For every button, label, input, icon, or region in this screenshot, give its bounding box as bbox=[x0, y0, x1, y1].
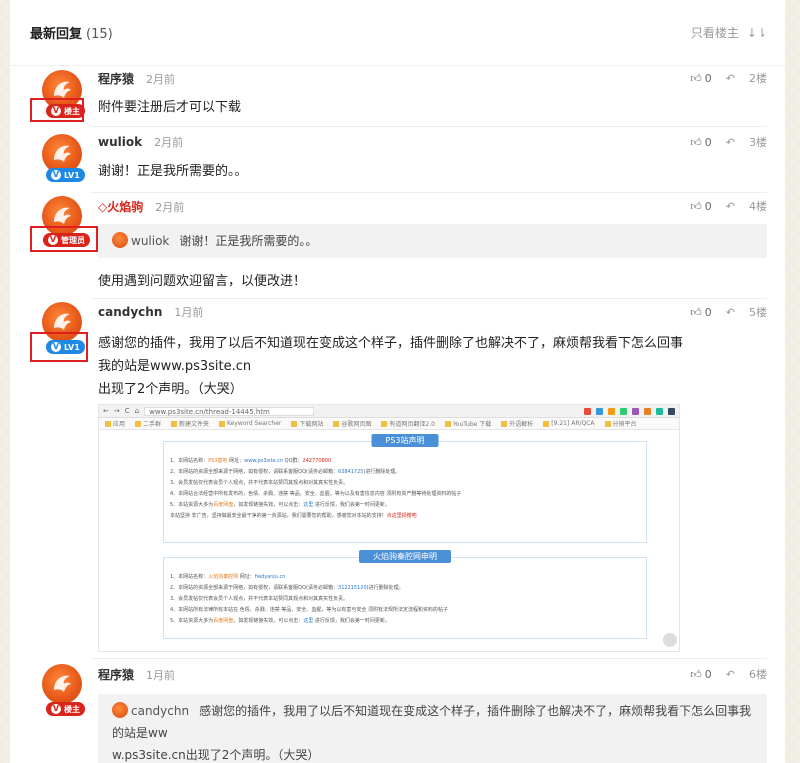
sort-icon[interactable]: ↓⇂ bbox=[747, 26, 767, 40]
bookmark: 外语解析 bbox=[501, 419, 533, 428]
bookmark: 二手群 bbox=[135, 419, 161, 428]
quote-text: w.ps3site.cn出现了2个声明。（大哭） bbox=[112, 748, 320, 762]
like-button[interactable]: 👍︎ 0 bbox=[690, 668, 712, 681]
reply-item: V LV1 wuliok 2月前 👍︎ 0 ↶ 3楼 谢谢！正是我所需要的。。 bbox=[10, 130, 785, 193]
bookmark: [9.21] AR/QCA bbox=[543, 420, 595, 427]
username[interactable]: 程序猿 1月前 bbox=[98, 666, 175, 683]
bookmark: 分销平台 bbox=[604, 419, 637, 428]
bookmark: 有道网页翻译2.0 bbox=[381, 419, 435, 428]
reply-content: 附件要注册后才可以下载 bbox=[98, 100, 242, 115]
bookmarks-bar: 应用 二手群 新建文件夹 Keyword Searcher 下载网站 谷歌网页图… bbox=[99, 418, 679, 430]
replies-header: 最新回复 (15) 只看楼主 ↓⇂ bbox=[10, 0, 785, 66]
floor-number: 4楼 bbox=[749, 200, 767, 213]
reply-content: 谢谢！正是我所需要的。。 bbox=[98, 164, 248, 179]
reply-icon[interactable]: ↶ bbox=[726, 72, 735, 85]
reply-content: 感谢您的插件，我用了以后不知道现在变成这个样子，插件删除了也解决不了，麻烦帮我看… bbox=[98, 336, 684, 397]
username[interactable]: wuliok 2月前 bbox=[98, 134, 183, 150]
op-badge: V 楼主 bbox=[46, 702, 85, 716]
browser-toolbar: ← → C ⌂ www.ps3site.cn/thread-14445.htm bbox=[99, 405, 679, 418]
like-button[interactable]: 👍︎ 0 bbox=[690, 200, 712, 213]
reload-icon: C bbox=[124, 407, 130, 415]
back-icon: ← bbox=[103, 407, 109, 415]
highlight-box bbox=[30, 226, 98, 252]
highlight-box bbox=[30, 98, 84, 122]
bookmark: YouTube 下载 bbox=[444, 419, 491, 428]
extension-icon bbox=[656, 407, 663, 415]
gem-icon: ◇ bbox=[98, 200, 108, 214]
extension-icon bbox=[620, 407, 627, 415]
bird-logo-icon bbox=[54, 145, 71, 162]
scroll-button[interactable] bbox=[663, 633, 677, 647]
username[interactable]: ◇火焰驹 2月前 bbox=[98, 198, 184, 215]
divider bbox=[90, 192, 767, 193]
floor-number: 5楼 bbox=[749, 306, 767, 319]
level-badge: V LV1 bbox=[46, 168, 85, 182]
section-title: 最新回复 (15) bbox=[30, 27, 113, 42]
home-icon: ⌂ bbox=[134, 407, 140, 415]
reply-icon[interactable]: ↶ bbox=[726, 306, 735, 319]
extension-icon bbox=[668, 407, 675, 415]
bookmark: Keyword Searcher bbox=[219, 420, 281, 427]
floor-number: 2楼 bbox=[749, 72, 767, 85]
quote-avatar bbox=[112, 702, 128, 718]
reply-count: (15) bbox=[86, 27, 113, 42]
reply-icon[interactable]: ↶ bbox=[726, 200, 735, 213]
highlight-box bbox=[30, 332, 88, 362]
like-button[interactable]: 👍︎ 0 bbox=[690, 72, 712, 85]
bookmark: 谷歌网页图 bbox=[333, 419, 371, 428]
attached-screenshot[interactable]: ← → C ⌂ www.ps3site.cn/thread-14445.htm … bbox=[98, 404, 680, 652]
ps3-notice-box: PS3站声明 1、本网站名称：PS3基地 网址：www.ps3site.cn Q… bbox=[163, 434, 647, 543]
avatar[interactable] bbox=[42, 664, 82, 704]
reply-actions: 👍︎ 0 ↶ 6楼 bbox=[690, 666, 767, 682]
forward-icon: → bbox=[113, 407, 120, 415]
reply-icon[interactable]: ↶ bbox=[726, 668, 735, 681]
reply-actions: 👍︎ 0 ↶ 2楼 bbox=[690, 70, 767, 86]
divider bbox=[90, 658, 767, 659]
floor-number: 3楼 bbox=[749, 136, 767, 149]
extension-icon bbox=[632, 407, 639, 415]
quote-avatar bbox=[112, 232, 128, 248]
reply-content: 使用遇到问题欢迎留言，以便改进！ bbox=[98, 274, 307, 289]
quote-username[interactable]: candychn bbox=[131, 704, 189, 718]
username[interactable]: candychn 1月前 bbox=[98, 304, 203, 320]
floor-number: 6楼 bbox=[749, 668, 767, 681]
username[interactable]: 程序猿 2月前 bbox=[98, 70, 175, 87]
reply-item: V 楼主 程序猿 1月前 👍︎ 0 ↶ 6楼 candychn 感谢您的插件，我用了以后… bbox=[10, 662, 785, 763]
reply-actions: 👍︎ 0 ↶ 3楼 bbox=[690, 134, 767, 150]
quote-text: 谢谢！正是我所需要的。。 bbox=[179, 234, 318, 248]
extension-icon bbox=[644, 407, 651, 415]
divider bbox=[90, 126, 767, 127]
only-op-link[interactable]: 只看楼主 bbox=[691, 24, 739, 41]
like-button[interactable]: 👍︎ 0 bbox=[690, 306, 712, 319]
bookmark: 新建文件夹 bbox=[171, 419, 209, 428]
quoted-reply: candychn 感谢您的插件，我用了以后不知道现在变成这个样子，插件删除了也解决… bbox=[98, 694, 767, 763]
address-bar: www.ps3site.cn/thread-14445.htm bbox=[144, 406, 315, 416]
like-button[interactable]: 👍︎ 0 bbox=[690, 136, 712, 149]
quoted-reply: wuliok 谢谢！正是我所需要的。。 bbox=[98, 224, 767, 258]
reply-actions: 👍︎ 0 ↶ 5楼 bbox=[690, 304, 767, 320]
extension-icon bbox=[596, 407, 603, 415]
reply-actions: 👍︎ 0 ↶ 4楼 bbox=[690, 198, 767, 214]
notice-title: PS3站声明 bbox=[371, 434, 439, 447]
reply-item: V 楼主 程序猿 2月前 👍︎ 0 ↶ 2楼 附件要注册后才可以下载 bbox=[10, 66, 785, 127]
extension-icon bbox=[608, 407, 615, 415]
bird-logo-icon bbox=[54, 675, 71, 692]
thumbs-up-icon: 👍︎ bbox=[690, 667, 702, 681]
quote-text: 感谢您的插件，我用了以后不知道现在变成这个样子，插件删除了也解决不了，麻烦帮我看… bbox=[112, 704, 752, 740]
notice-title: 火焰驹秦腔网申明 bbox=[359, 550, 451, 563]
huoyanju-notice-box: 火焰驹秦腔网申明 1、本网站名称：火焰驹秦腔网 网址：fiedyanju.cn … bbox=[163, 550, 647, 639]
thumbs-up-icon: 👍︎ bbox=[690, 199, 702, 213]
thumbs-up-icon: 👍︎ bbox=[690, 135, 702, 149]
header-controls: 只看楼主 ↓⇂ bbox=[691, 24, 767, 41]
thumbs-up-icon: 👍︎ bbox=[690, 71, 702, 85]
thumbs-up-icon: 👍︎ bbox=[690, 305, 702, 319]
bookmark: 下载网站 bbox=[291, 419, 323, 428]
bookmark: 应用 bbox=[105, 419, 125, 428]
divider bbox=[90, 298, 767, 299]
reply-icon[interactable]: ↶ bbox=[726, 136, 735, 149]
replies-panel: 最新回复 (15) 只看楼主 ↓⇂ V 楼主 程序猿 2月前 👍︎ 0 ↶ 2楼 附件要… bbox=[10, 0, 785, 763]
extension-icon bbox=[584, 407, 591, 415]
quote-username[interactable]: wuliok bbox=[131, 234, 169, 248]
reply-item: V 管理员 ◇火焰驹 2月前 👍︎ 0 ↶ 4楼 wuliok 谢谢！正是我所需要的。。… bbox=[10, 196, 785, 300]
